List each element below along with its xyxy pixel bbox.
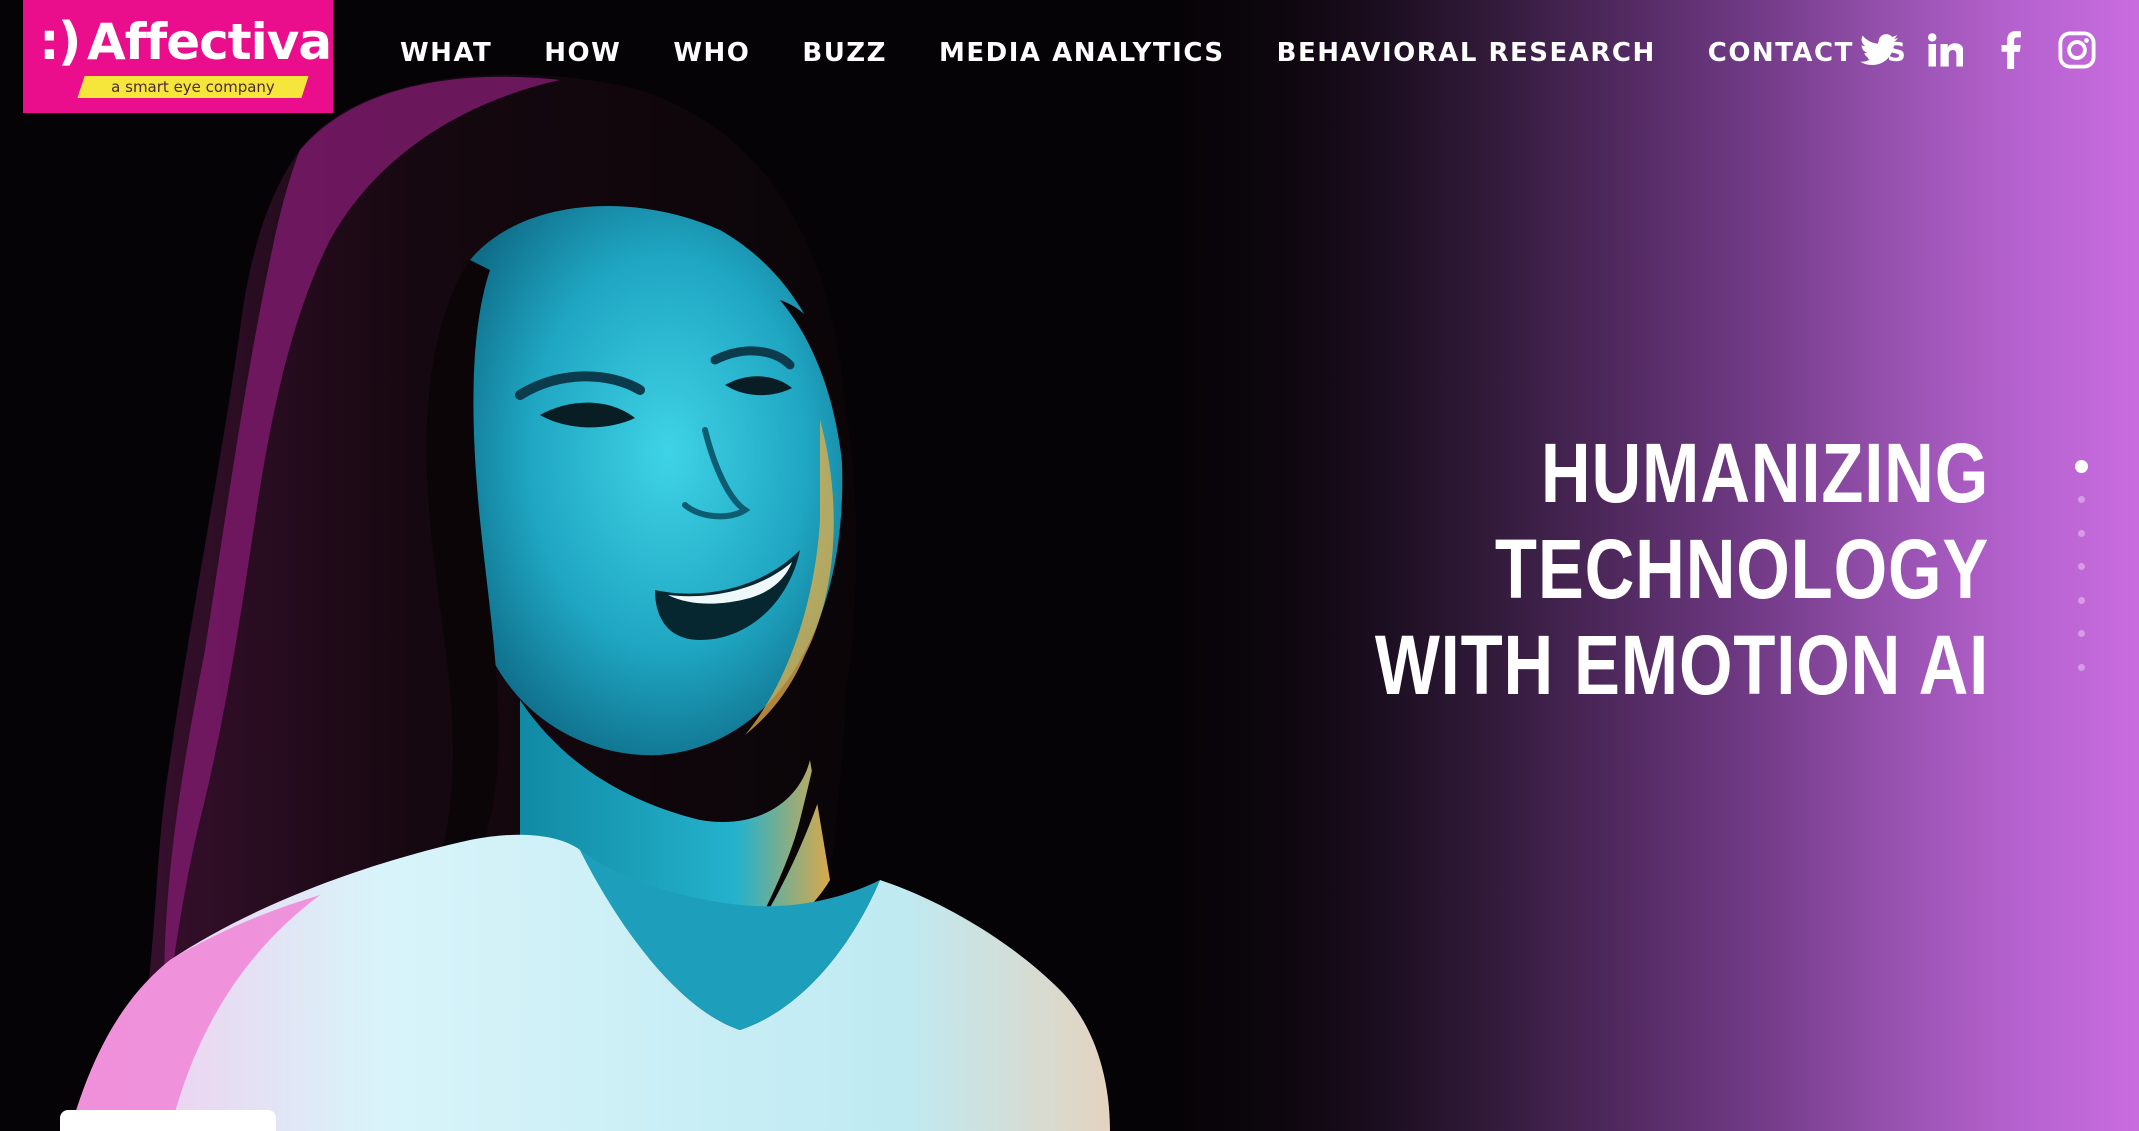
pager-dot-1[interactable] [2075, 460, 2088, 473]
hero-headline: HUMANIZING TECHNOLOGY WITH EMOTION AI [1240, 425, 1989, 713]
pager-dot-5[interactable] [2078, 597, 2085, 604]
nav-item-media-analytics[interactable]: MEDIA ANALYTICS [939, 34, 1225, 72]
logo-wordmark: Affectiva [87, 13, 332, 71]
linkedin-icon[interactable] [1925, 30, 1965, 70]
twitter-icon[interactable] [1859, 30, 1899, 70]
logo-tagline: a smart eye company [111, 78, 275, 96]
nav-item-what[interactable]: WHAT [400, 34, 492, 72]
brand-logo[interactable]: :) Affectiva a smart eye company [23, 0, 333, 113]
pager-dot-6[interactable] [2078, 630, 2085, 637]
nav-item-who[interactable]: WHO [673, 34, 750, 72]
pager-dot-4[interactable] [2078, 563, 2085, 570]
nav-item-behavioral-research[interactable]: BEHAVIORAL RESEARCH [1277, 34, 1656, 72]
pager-dot-2[interactable] [2078, 496, 2085, 503]
headline-line-2: TECHNOLOGY [1494, 522, 1989, 616]
instagram-icon[interactable] [2057, 30, 2097, 70]
facebook-icon[interactable] [1991, 30, 2031, 70]
hero-photo [70, 74, 1110, 1131]
nav-item-how[interactable]: HOW [544, 34, 621, 72]
social-links [1859, 30, 2097, 70]
main-nav: WHAT HOW WHO BUZZ MEDIA ANALYTICS BEHAVI… [400, 34, 1959, 72]
headline-line-1: HUMANIZING [1540, 426, 1989, 520]
pager-dot-3[interactable] [2078, 530, 2085, 537]
hero-section: :) Affectiva a smart eye company WHAT HO… [0, 0, 2139, 1131]
bottom-card[interactable] [60, 1110, 276, 1131]
nav-item-buzz[interactable]: BUZZ [802, 34, 887, 72]
pager-dot-7[interactable] [2078, 664, 2085, 671]
logo-smiley: :) [39, 12, 82, 72]
headline-line-3: WITH EMOTION AI [1374, 618, 1989, 712]
